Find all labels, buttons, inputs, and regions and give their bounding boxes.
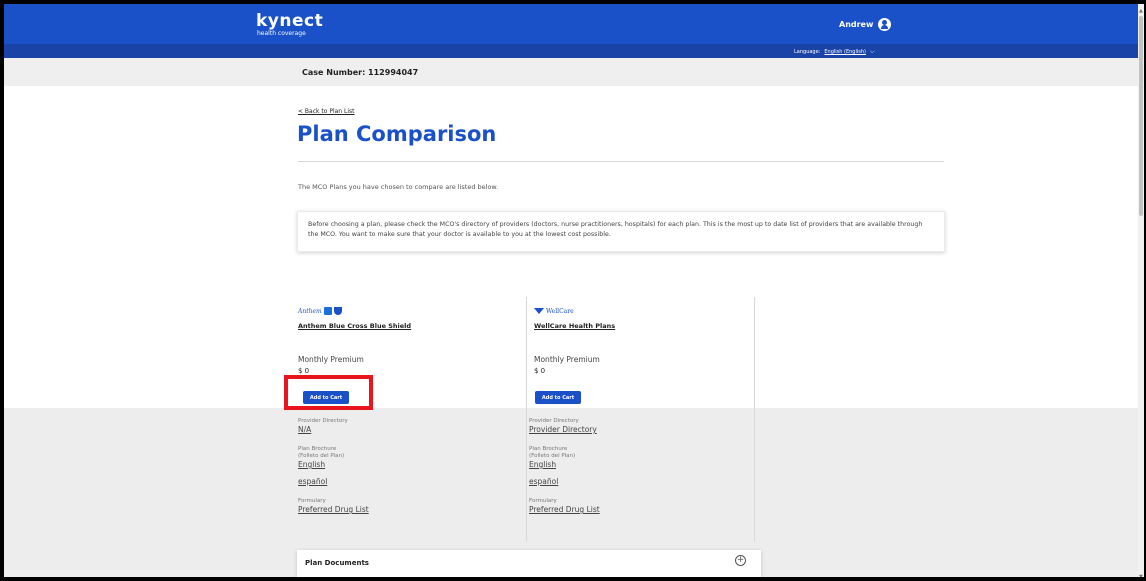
anthem-logo-text: Anthem [298, 307, 322, 315]
provider-directory-label: Provider Directory [529, 418, 579, 424]
scroll-up-arrow-icon[interactable]: ▲ [1139, 8, 1143, 14]
intro-text: The MCO Plans you have chosen to compare… [298, 183, 499, 191]
scroll-thumb[interactable] [1139, 16, 1143, 216]
logo-subtitle: health coverage [257, 30, 306, 37]
blue-cross-icon [323, 307, 332, 315]
language-strip [4, 44, 1138, 58]
plan-card-anthem: Anthem Anthem Blue Cross Blue Shield Mon… [298, 305, 518, 404]
provider-directory-link[interactable]: N/A [298, 425, 369, 435]
column-divider [754, 297, 755, 542]
case-number-bar: Case Number: 112994047 [4, 58, 1138, 86]
plan-card-wellcare: WellCare WellCare Health Plans Monthly P… [534, 305, 754, 404]
kynect-logo[interactable]: kynect health coverage [256, 12, 323, 37]
back-to-plan-list-link[interactable]: < Back to Plan List [298, 108, 355, 115]
monthly-premium-label: Monthly Premium [534, 355, 600, 364]
monthly-premium-value: $ 0 [534, 367, 546, 375]
plan-name-link[interactable]: WellCare Health Plans [534, 322, 754, 330]
provider-directory-label: Provider Directory [298, 418, 348, 424]
user-menu[interactable]: Andrew [839, 18, 892, 31]
brochure-spanish-link[interactable]: español [529, 477, 600, 487]
wellcare-logo: WellCare [534, 305, 754, 317]
scroll-down-arrow-icon[interactable]: ▼ [1139, 574, 1143, 580]
user-name: Andrew [839, 20, 874, 29]
plan-documents-label: Plan Documents [305, 559, 369, 567]
plan-brochure-label: Plan Brochure [298, 446, 337, 452]
column-divider [526, 297, 527, 542]
monthly-premium-value: $ 0 [298, 367, 310, 375]
title-divider [298, 161, 944, 162]
page-title: Plan Comparison [297, 122, 497, 146]
language-selector[interactable]: Language: English (English) ⌵ [794, 48, 875, 56]
formulary-link[interactable]: Preferred Drug List [298, 505, 369, 515]
formulary-label: Formulary [298, 498, 326, 504]
user-avatar-icon [878, 18, 892, 31]
anthem-logo: Anthem [298, 305, 518, 317]
plan-brochure-label: Plan Brochure [529, 446, 568, 452]
add-to-cart-button[interactable]: Add to Cart [535, 391, 581, 404]
provider-notice: Before choosing a plan, please check the… [297, 211, 945, 252]
plan-documents-accordion[interactable]: Plan Documents + [297, 550, 761, 578]
plan-name-link[interactable]: Anthem Blue Cross Blue Shield [298, 322, 518, 330]
formulary-link[interactable]: Preferred Drug List [529, 505, 600, 515]
formulary-label: Formulary [529, 498, 557, 504]
highlight-box [284, 375, 373, 410]
logo-name: kynect [256, 11, 324, 31]
language-label: Language: [794, 49, 821, 55]
brochure-english-link[interactable]: English [529, 460, 600, 470]
top-navigation-bar: kynect health coverage Andrew Language: … [4, 4, 1138, 58]
wellcare-mark-icon [534, 308, 544, 314]
wellcare-logo-text: WellCare [546, 307, 574, 315]
blue-shield-icon [333, 307, 342, 315]
plan-details-anthem: Provider Directory N/A Plan Brochure (Fo… [298, 418, 369, 515]
monthly-premium-label: Monthly Premium [298, 355, 364, 364]
brochure-english-link[interactable]: English [298, 460, 369, 470]
brochure-spanish-link[interactable]: español [298, 477, 369, 487]
chevron-down-icon: ⌵ [869, 48, 875, 55]
language-value[interactable]: English (English) [824, 49, 866, 55]
provider-directory-link[interactable]: Provider Directory [529, 425, 600, 435]
plan-details-wellcare: Provider Directory Provider Directory Pl… [529, 418, 600, 515]
case-number: Case Number: 112994047 [302, 68, 419, 77]
plan-brochure-sublabel: (Folleto del Plan) [298, 453, 345, 459]
expand-plus-icon[interactable]: + [735, 555, 746, 566]
plan-brochure-sublabel: (Folleto del Plan) [529, 453, 576, 459]
